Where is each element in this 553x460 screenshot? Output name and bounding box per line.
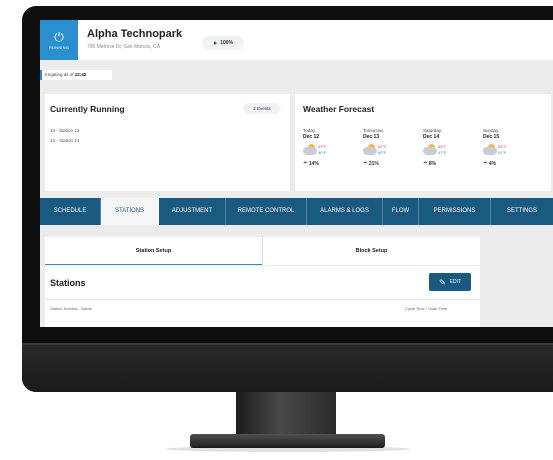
forecast-low: 50°F [318,150,327,155]
forecast-day-name: Tomorrow, [363,128,384,133]
forecast-rain: ☂ 4% [483,161,523,167]
rain-chance: 4% [488,161,497,167]
subtab-station-setup[interactable]: Station Setup [45,237,262,265]
site-header: Alpha Technopark 795 Melrose Dr, San Mar… [78,20,553,60]
tab-alarms-logs[interactable]: ALARMS & LOGS [307,198,383,225]
rain-icon: ☂ [483,161,488,167]
forecast-low: 51°F [498,150,507,155]
forecast-date: Dec 13 [363,134,380,140]
power-button[interactable]: ⏻ RUNNING [40,20,78,60]
chin-divider [22,343,553,345]
weather-forecast-title: Weather Forecast [303,104,375,114]
monitor-chin [22,343,553,392]
forecast-date: Dec 14 [423,134,440,140]
stand-shadow [165,446,410,452]
power-status-label: RUNNING [48,44,70,50]
currently-running-card: Currently Running 2 Events 13 - Station … [45,94,290,191]
tab-remote-control[interactable]: REMOTE CONTROL [226,198,307,225]
currently-running-title: Currently Running [50,104,125,114]
cloud-sun-icon: 63°F 51°F [483,143,509,157]
app-screen: ⏻ RUNNING Alpha Technopark 795 Melrose D… [40,20,553,327]
forecast-day-name: Sunday, [483,128,500,133]
status-prefix: Irrigating as of [45,72,74,77]
forecast-day-name: Today, [303,128,316,133]
edit-button[interactable]: ✎ EDIT [429,273,471,291]
forecast-low: 47°F [438,150,447,155]
weather-forecast-card: Weather Forecast Today, Dec 12 63°F 50°F… [295,94,551,191]
forecast-day: Saturday, Dec 14 65°F 47°F ☂ 8% [423,128,463,167]
forecast-rain: ☂ 21% [363,161,403,167]
power-icon: ⏻ [54,29,64,44]
forecast-high: 65°F [438,144,447,149]
rain-icon: ☂ [303,161,308,167]
forecast-day: Today, Dec 12 63°F 50°F ☂ 14% [303,128,343,167]
events-badge[interactable]: 2 Events [243,103,281,114]
tab-flow[interactable]: FLOW [383,198,419,225]
stations-title: Stations [50,278,86,288]
pencil-icon: ✎ [438,277,446,287]
site-address: 795 Melrose Dr, San Marcos, CA [87,44,161,50]
forecast-high: 63°F [498,144,507,149]
site-name: Alpha Technopark [87,28,183,40]
forecast-high: 63°F [318,144,327,149]
running-station[interactable]: 14 - Station 14 [50,138,79,143]
tab-settings[interactable]: SETTINGS [491,198,553,225]
stations-subtabs: Station Setup Block Setup [45,237,480,265]
stations-panel: Stations ✎ EDIT Station Number - Name Cy… [45,266,480,327]
forecast-rain: ☂ 8% [423,161,463,167]
forecast-low: 50°F [378,150,387,155]
forecast-rain: ☂ 14% [303,161,343,167]
cloud-sun-icon: 65°F 47°F [423,143,449,157]
running-station[interactable]: 13 - Station 13 [50,128,79,133]
forecast-day-name: Saturday, [423,128,442,133]
divider [45,299,480,300]
main-nav-tabs: SCHEDULE STATIONS ADJUSTMENT REMOTE CONT… [40,198,553,225]
forecast-date: Dec 15 [483,134,500,140]
rain-icon: ☂ [363,161,368,167]
forecast-date: Dec 12 [303,134,320,140]
rain-chance: 8% [428,161,437,167]
monitor-stand-neck [236,392,336,436]
subtab-block-setup[interactable]: Block Setup [262,237,480,265]
forecast-day: Tomorrow, Dec 13 62°F 50°F ☂ 21% [363,128,403,167]
cloud-sun-icon: 62°F 50°F [363,143,389,157]
rain-icon: ☂ [423,161,428,167]
tab-stations[interactable]: STATIONS [101,198,159,225]
rain-chance: 21% [368,161,379,167]
tab-schedule[interactable]: SCHEDULE [40,198,101,225]
edit-label: EDIT [449,279,462,285]
rain-chance: 14% [308,161,319,167]
forecast-high: 62°F [378,144,387,149]
tab-permissions[interactable]: PERMISSIONS [419,198,491,225]
column-header-cycle-time[interactable]: Cycle Time / Soak Time [405,306,447,311]
irrigation-status: Irrigating as of 12:42 [40,70,112,80]
forecast-day: Sunday, Dec 15 63°F 51°F ☂ 4% [483,128,523,167]
status-time: 12:42 [74,72,87,77]
water-budget-value: 100% [220,40,234,46]
water-budget-badge[interactable]: ● 100% [202,36,244,50]
water-drop-icon: ● [212,39,218,47]
cloud-sun-icon: 63°F 50°F [303,143,329,157]
column-header-station[interactable]: Station Number - Name [50,306,92,311]
tab-adjustment[interactable]: ADJUSTMENT [159,198,226,225]
